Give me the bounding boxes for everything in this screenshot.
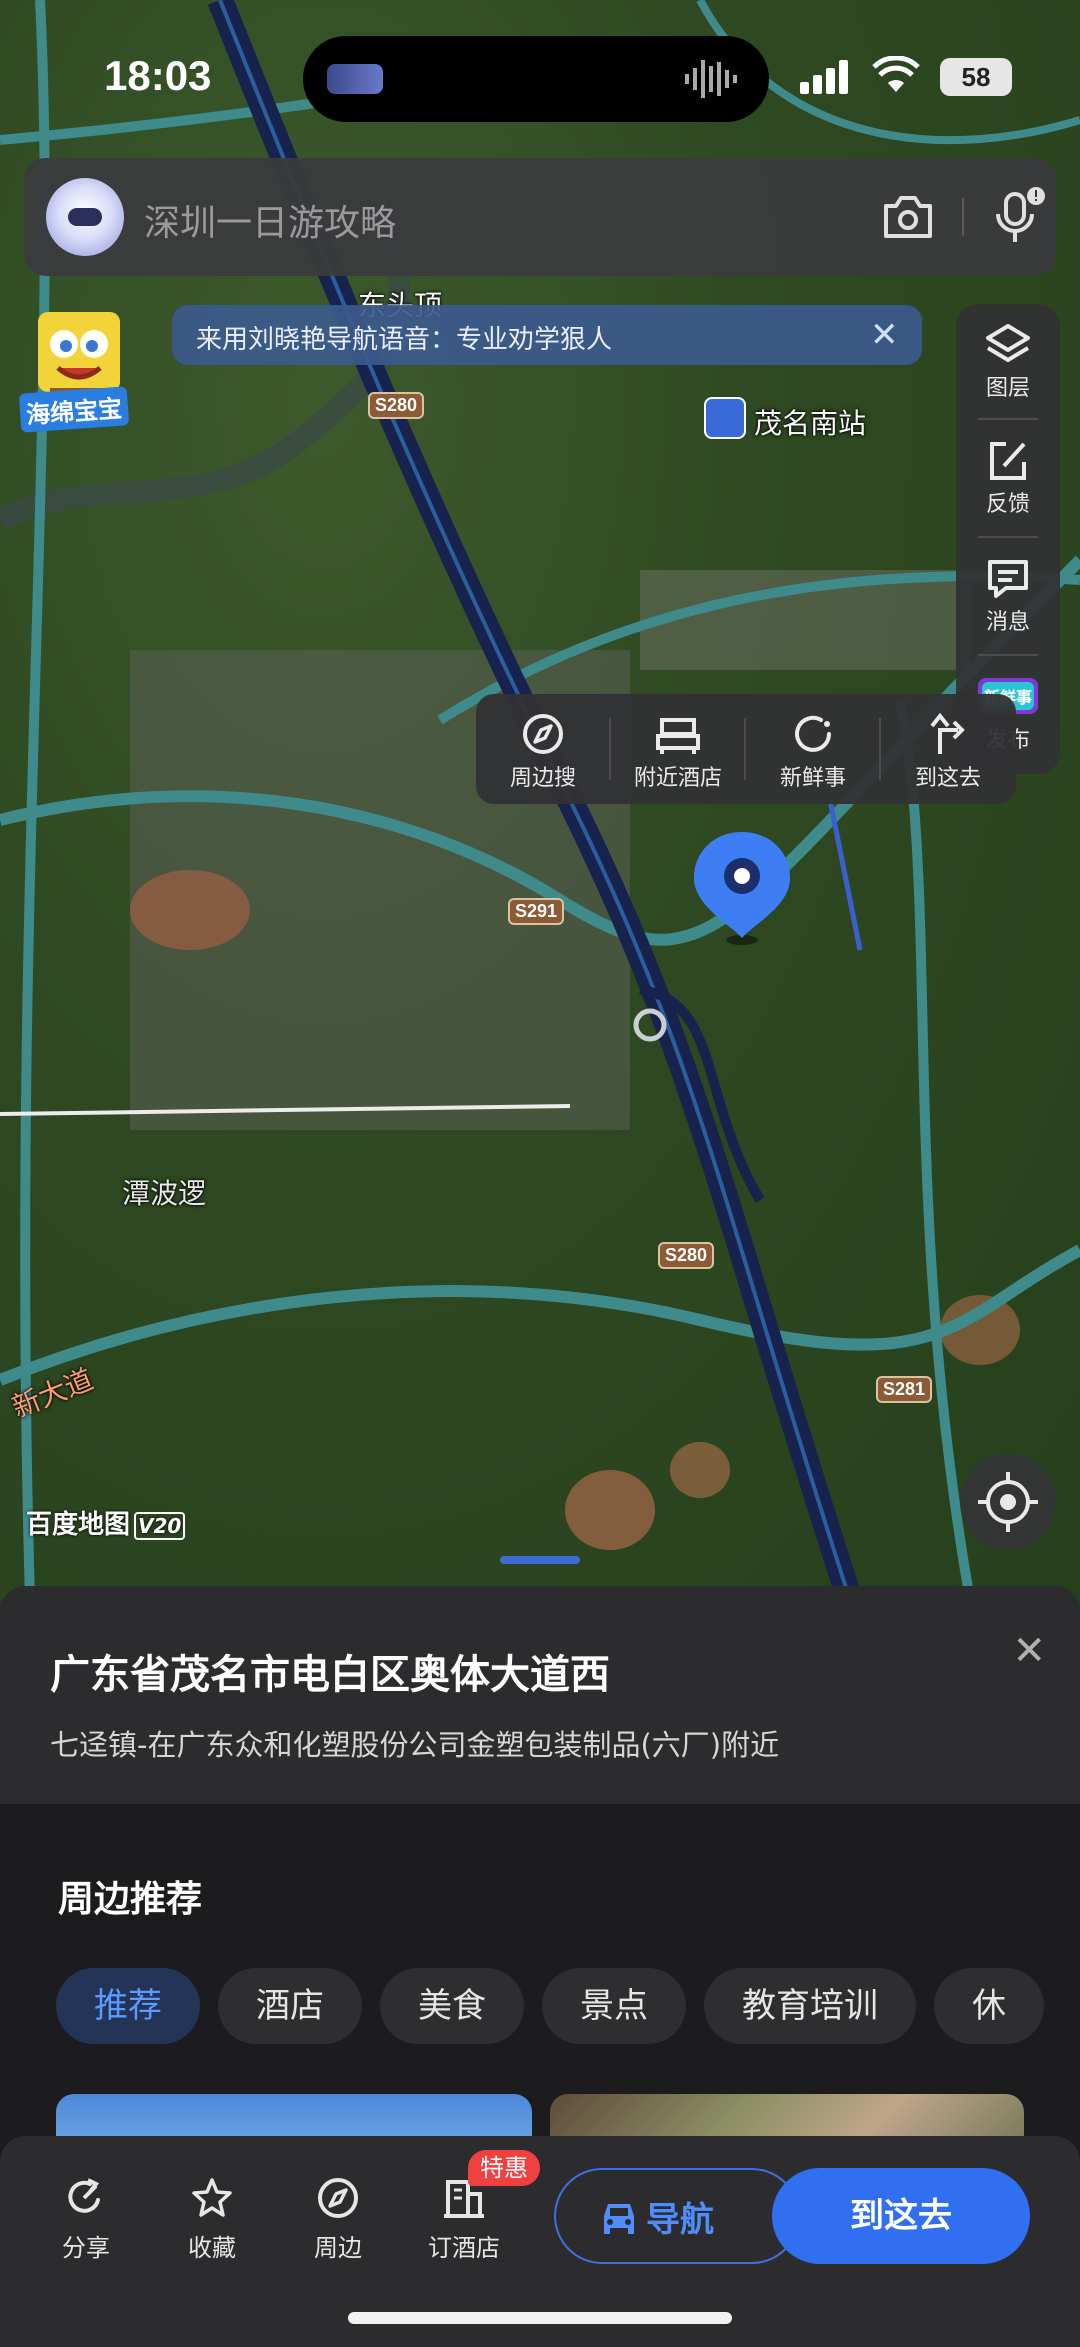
mascot-label: 海绵宝宝	[18, 386, 130, 433]
share-button[interactable]: 分享	[38, 2176, 134, 2263]
crosshair-icon	[978, 1472, 1038, 1532]
action-label: 周边	[314, 2234, 362, 2262]
road-shield: S281	[876, 1376, 933, 1403]
tool-label: 消息	[985, 610, 1030, 635]
action-label: 到这去	[914, 766, 981, 791]
chip-scenic[interactable]: 景点	[542, 1968, 686, 2044]
recommend-title: 周边推荐	[58, 1879, 203, 1920]
action-label: 收藏	[188, 2234, 236, 2262]
navigate-label: 导航	[646, 2200, 714, 2240]
nearby-hotel-button[interactable]: 附近酒店	[611, 694, 745, 804]
star-icon	[192, 2178, 232, 2217]
search-divider	[962, 198, 964, 236]
layers-button[interactable]: 图层	[956, 304, 1060, 420]
go-here-popup-button[interactable]: 到这去	[881, 694, 1015, 804]
feedback-edit-icon	[990, 442, 1026, 480]
baidu-map-logo: 百度地图 V20	[26, 1504, 186, 1541]
search-bar[interactable]: 深圳一日游攻略	[24, 158, 1056, 276]
tool-label: 反馈	[985, 492, 1030, 517]
messages-button[interactable]: 消息	[956, 538, 1060, 654]
refresh-icon	[795, 715, 831, 752]
bed-icon	[656, 718, 700, 754]
road-shield: S280	[658, 1242, 715, 1269]
wifi-icon	[872, 56, 920, 92]
close-icon[interactable]: ✕	[1012, 1628, 1046, 1674]
compass-icon	[523, 714, 563, 754]
navigate-button[interactable]: 导航	[554, 2168, 800, 2264]
chip-food[interactable]: 美食	[380, 1968, 524, 2044]
assistant-avatar-icon[interactable]	[46, 178, 124, 256]
voice-promo-banner[interactable]: 来用刘晓艳导航语音：专业劝学狠人 ✕	[172, 305, 922, 365]
layers-icon	[986, 324, 1030, 362]
road-shield: S280	[368, 392, 425, 419]
chip-education[interactable]: 教育培训	[704, 1968, 916, 2044]
search-input[interactable]: 深圳一日游攻略	[144, 194, 396, 246]
train-station-icon[interactable]	[704, 397, 746, 439]
action-label: 附近酒店	[633, 766, 722, 791]
car-icon	[604, 2204, 634, 2234]
locate-me-button[interactable]	[960, 1454, 1056, 1550]
microphone-icon[interactable]	[990, 184, 1046, 248]
category-chips: 推荐 酒店 美食 景点 教育培训休	[56, 1968, 1080, 2048]
book-hotel-button[interactable]: 订酒店	[416, 2176, 512, 2263]
go-here-button[interactable]: 到这去	[772, 2168, 1030, 2264]
home-indicator[interactable]	[348, 2312, 732, 2324]
voice-promo-text: 来用刘晓艳导航语音：专业劝学狠人	[196, 325, 613, 355]
chip-recommend[interactable]: 推荐	[56, 1968, 200, 2044]
cellular-signal-icon	[800, 60, 848, 94]
action-label: 订酒店	[428, 2234, 500, 2262]
dynamic-island[interactable]	[303, 36, 769, 122]
status-bar: 18:03 58	[0, 0, 1080, 150]
place-subtitle: 七迳镇-在广东众和化塑股份公司金塑包装制品(六厂)附近	[50, 1728, 780, 1762]
village-label: 潭波逻	[122, 1177, 207, 1210]
turn-arrow-icon	[930, 712, 965, 754]
battery-indicator: 58	[940, 58, 1012, 96]
close-icon[interactable]: ✕	[870, 317, 900, 353]
address-card: 广东省茂名市电白区奥体大道西 七迳镇-在广东众和化塑股份公司金塑包装制品(六厂)…	[0, 1586, 1080, 1804]
place-title: 广东省茂名市电白区奥体大道西	[50, 1652, 610, 1698]
map-action-popup: 周边搜 附近酒店 新鲜事 到这去	[476, 694, 1016, 804]
action-label: 新鲜事	[779, 766, 846, 791]
compass-icon	[318, 2178, 358, 2218]
chip-leisure[interactable]: 休	[934, 1968, 1044, 2044]
nearby-search-button[interactable]: 周边搜	[476, 694, 610, 804]
tool-label: 图层	[985, 376, 1030, 401]
location-pin-icon[interactable]	[690, 828, 794, 946]
favorite-button[interactable]: 收藏	[164, 2176, 260, 2263]
live-activity-icon	[327, 64, 383, 94]
status-time: 18:03	[104, 52, 212, 99]
feedback-button[interactable]: 反馈	[956, 420, 1060, 536]
share-icon	[68, 2178, 100, 2213]
camera-icon[interactable]	[880, 192, 936, 242]
station-label[interactable]: 茂名南站	[754, 402, 866, 442]
sheet-drag-handle[interactable]	[500, 1556, 580, 1564]
chip-hotel[interactable]: 酒店	[218, 1968, 362, 2044]
discount-badge: 特惠	[468, 2150, 540, 2186]
action-label: 分享	[62, 2234, 110, 2262]
road-shield: S291	[508, 898, 565, 925]
action-label: 周边搜	[509, 766, 576, 791]
audio-wave-icon	[685, 60, 737, 98]
nearby-button[interactable]: 周边	[290, 2176, 386, 2263]
fresh-news-button[interactable]: 新鲜事	[746, 694, 880, 804]
message-icon	[988, 560, 1028, 598]
